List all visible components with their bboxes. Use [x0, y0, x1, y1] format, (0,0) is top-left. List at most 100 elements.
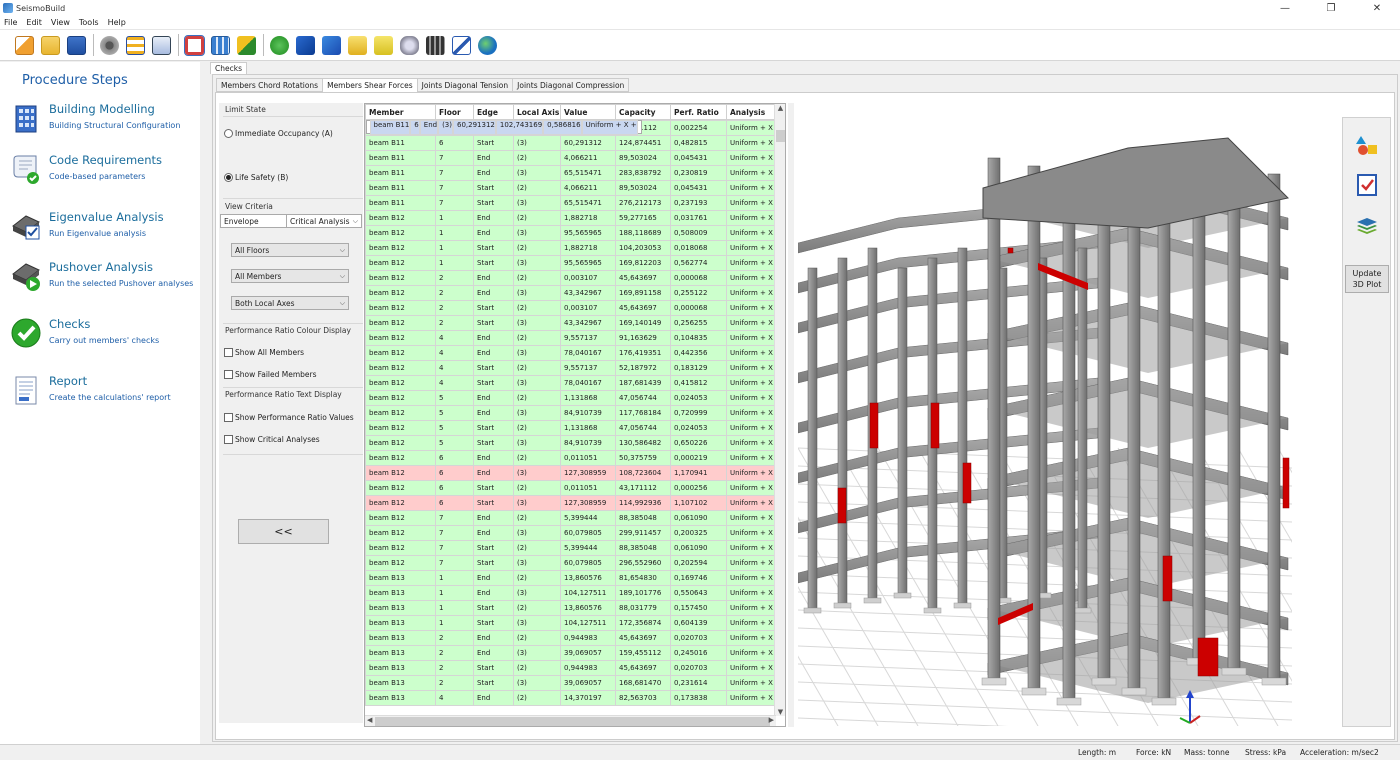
step-subtitle[interactable]: Create the calculations' report — [49, 392, 195, 403]
column-header[interactable]: Edge — [473, 104, 514, 120]
column-header[interactable]: Local Axis — [513, 104, 561, 120]
step-subtitle[interactable]: Code-based parameters — [49, 171, 195, 182]
table-row[interactable]: beam B12 1 End (3) 95,565965 188,118689 0,5080… — [365, 225, 777, 241]
table-row[interactable]: beam B11 6 Start (3) 60,291312 124,874451 0,48… — [365, 135, 777, 151]
table-row[interactable]: beam B12 4 End (3) 78,040167 176,419351 0,4423… — [365, 345, 777, 361]
step-subtitle[interactable]: Run Eigenvalue analysis — [49, 228, 195, 239]
step-checks[interactable]: Checks Carry out members' checks — [10, 317, 196, 361]
column-header[interactable]: Perf. Ratio — [670, 104, 727, 120]
step-title[interactable]: Code Requirements — [49, 153, 162, 167]
website-button[interactable] — [475, 33, 499, 57]
scroll-thumb[interactable] — [375, 717, 770, 726]
help-button[interactable] — [267, 33, 291, 57]
step-report[interactable]: Report Create the calculations' report — [10, 374, 196, 418]
open-button[interactable] — [38, 33, 62, 57]
table-row[interactable]: beam B11 7 End (3) 65,515471 283,838792 0,2308… — [365, 165, 777, 181]
menu-tools[interactable]: Tools — [79, 18, 99, 27]
step-title[interactable]: Building Modelling — [49, 102, 155, 116]
table-row[interactable]: beam B12 4 Start (2) 9,557137 52,187972 0,1831… — [365, 360, 777, 376]
radio-immediate-occupancy[interactable]: Immediate Occupancy (A) — [224, 129, 333, 138]
tutorial-button[interactable] — [319, 33, 343, 57]
members-dropdown[interactable]: All Members ⌵ — [231, 269, 349, 283]
collapse-button[interactable]: << — [238, 519, 329, 544]
table-row[interactable]: beam B12 1 End (2) 1,882718 59,277165 0,031761… — [365, 210, 777, 226]
folder-button[interactable] — [371, 33, 395, 57]
table-row[interactable]: beam B12 4 End (2) 9,557137 91,163629 0,104835… — [365, 330, 777, 346]
layers-icon[interactable] — [1355, 212, 1379, 236]
edit-button[interactable] — [449, 33, 473, 57]
3d-model-viewer[interactable] — [798, 118, 1292, 726]
column-header[interactable]: Value — [560, 104, 616, 120]
structure-button[interactable] — [123, 33, 147, 57]
table-row[interactable]: beam B12 5 End (2) 1,131868 47,056744 0,024053… — [365, 390, 777, 406]
tab-joints-diagonal-tension[interactable]: Joints Diagonal Tension — [416, 78, 514, 92]
table-row[interactable]: beam B12 7 Start (3) 60,079805 296,552960 0,20… — [365, 555, 777, 571]
envelope-field[interactable]: Envelope — [220, 214, 287, 228]
settings-button[interactable] — [97, 33, 121, 57]
video-button[interactable] — [423, 33, 447, 57]
column-header[interactable]: Floor — [435, 104, 474, 120]
print-preview-button[interactable] — [149, 33, 173, 57]
horizontal-scrollbar[interactable]: ◀ ▶ — [365, 715, 776, 726]
scroll-right-icon[interactable]: ▶ — [769, 716, 774, 724]
column-header[interactable]: Member — [365, 104, 436, 120]
table-row[interactable]: beam B13 1 Start (2) 13,860576 88,031779 0,157… — [365, 600, 777, 616]
menu-view[interactable]: View — [51, 18, 70, 27]
table-row[interactable]: beam B12 4 Start (3) 78,040167 187,681439 0,41… — [365, 375, 777, 391]
show-critical-analyses-checkbox[interactable]: Show Critical Analyses — [224, 435, 320, 444]
brush-button[interactable] — [234, 33, 258, 57]
table-row[interactable]: beam B12 2 End (2) 0,003107 45,643697 0,000068… — [365, 270, 777, 286]
critical-analysis-dropdown[interactable]: Critical Analysis ⌵ — [286, 214, 362, 228]
save-button[interactable] — [64, 33, 88, 57]
tab-joints-diagonal-compression[interactable]: Joints Diagonal Compression — [512, 78, 630, 92]
update-3d-plot-button[interactable]: Update 3D Plot — [1345, 265, 1389, 293]
maximize-button[interactable]: ❐ — [1308, 0, 1354, 16]
grid-viewer-splitter[interactable] — [788, 103, 794, 727]
step-title[interactable]: Report — [49, 374, 87, 388]
table-row[interactable]: beam B13 2 Start (2) 0,944983 45,643697 0,0207… — [365, 660, 777, 676]
scroll-up-icon[interactable]: ▲ — [775, 104, 785, 112]
table-row[interactable]: beam B12 1 Start (3) 95,565965 169,812203 0,56… — [365, 255, 777, 271]
link-button[interactable] — [397, 33, 421, 57]
table-row[interactable]: beam B13 2 End (3) 39,069057 159,455112 0,2450… — [365, 645, 777, 661]
table-row[interactable]: beam B12 7 End (2) 5,399444 88,385048 0,061090… — [365, 510, 777, 526]
table-row[interactable]: beam B12 7 End (3) 60,079805 299,911457 0,2003… — [365, 525, 777, 541]
table-row[interactable]: beam B12 5 End (3) 84,910739 117,768184 0,7209… — [365, 405, 777, 421]
floors-dropdown[interactable]: All Floors ⌵ — [231, 243, 349, 257]
step-subtitle[interactable]: Carry out members' checks — [49, 335, 195, 346]
panel-splitter[interactable] — [200, 62, 210, 744]
table-row[interactable]: beam B11 7 End (2) 4,066211 89,503024 0,045431… — [365, 150, 777, 166]
frame-model-button[interactable] — [182, 33, 206, 57]
scroll-thumb[interactable] — [776, 130, 785, 142]
tab-members-shear-forces[interactable]: Members Shear Forces — [322, 78, 418, 93]
vertical-scrollbar[interactable]: ▲ ▼ — [774, 104, 785, 716]
local-axes-dropdown[interactable]: Both Local Axes ⌵ — [231, 296, 349, 310]
table-row[interactable]: beam B13 1 End (2) 13,860576 81,654830 0,16974… — [365, 570, 777, 586]
minimize-button[interactable]: — — [1262, 0, 1308, 16]
table-row[interactable]: beam B12 6 Start (3) 127,308959 114,992936 1,1… — [365, 495, 777, 511]
radio-life-safety[interactable]: Life Safety (B) — [224, 173, 288, 182]
table-row[interactable]: beam B11 7 Start (2) 4,066211 89,503024 0,0454… — [365, 180, 777, 196]
table-row[interactable]: beam B12 2 Start (3) 43,342967 169,140149 0,25… — [365, 315, 777, 331]
table-row[interactable]: beam B12 6 End (2) 0,011051 50,375759 0,000219… — [365, 450, 777, 466]
menu-edit[interactable]: Edit — [26, 18, 42, 27]
table-row[interactable]: beam B12 2 Start (2) 0,003107 45,643697 0,0000… — [365, 300, 777, 316]
table-row[interactable]: beam B12 5 Start (3) 84,910739 130,586482 0,65… — [365, 435, 777, 451]
step-title[interactable]: Pushover Analysis — [49, 260, 153, 274]
show-all-members-checkbox[interactable]: Show All Members — [224, 348, 304, 357]
step-title[interactable]: Checks — [49, 317, 90, 331]
building-3d-plot[interactable] — [798, 118, 1292, 726]
table-row[interactable]: beam B12 7 Start (2) 5,399444 88,385048 0,0610… — [365, 540, 777, 556]
table-row[interactable]: beam B13 4 End (2) 14,370197 82,563703 0,17383… — [365, 690, 777, 706]
close-button[interactable]: ✕ — [1354, 0, 1400, 16]
column-header[interactable]: Analysis — [726, 104, 777, 120]
table-row[interactable]: beam B13 1 Start (3) 104,127511 172,356874 0,6… — [365, 615, 777, 631]
table-row[interactable]: beam B12 5 Start (2) 1,131868 47,056744 0,0240… — [365, 420, 777, 436]
table-row[interactable]: beam B11 7 Start (3) 65,515471 276,212173 0,23… — [365, 195, 777, 211]
scroll-down-icon[interactable]: ▼ — [775, 708, 785, 716]
examples-button[interactable] — [345, 33, 369, 57]
checklist-icon[interactable] — [1355, 173, 1379, 197]
table-row[interactable]: beam B13 2 End (2) 0,944983 45,643697 0,020703… — [365, 630, 777, 646]
shapes-icon[interactable] — [1355, 134, 1379, 158]
show-failed-members-checkbox[interactable]: Show Failed Members — [224, 370, 317, 379]
